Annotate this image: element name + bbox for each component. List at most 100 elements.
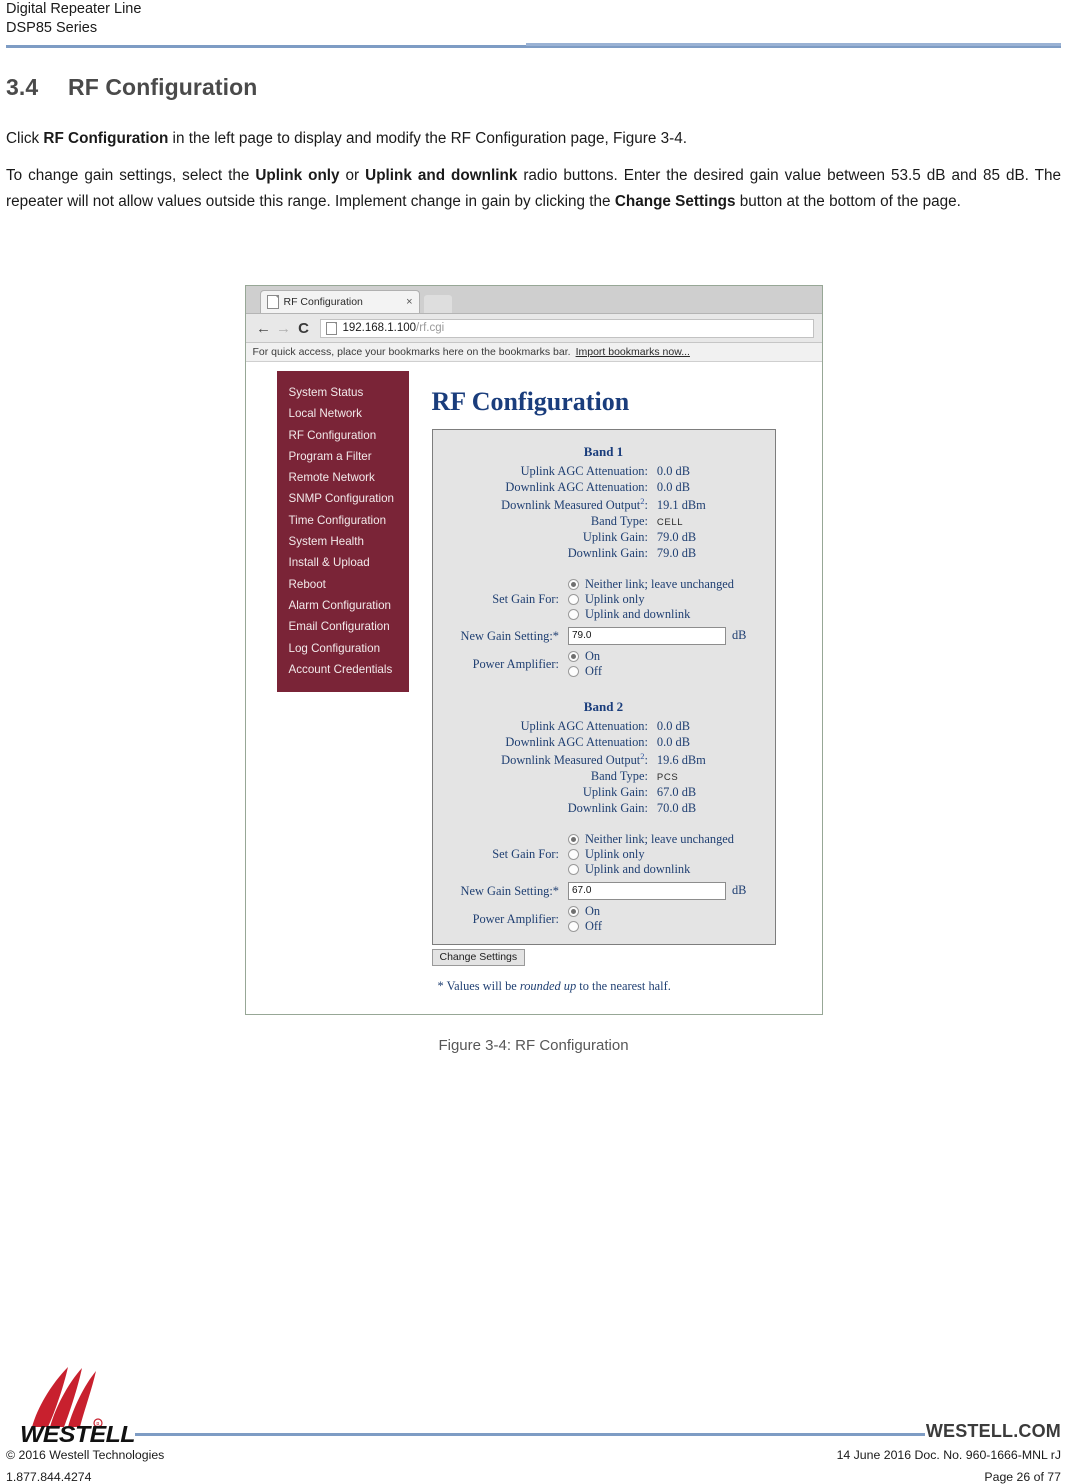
browser-tab-rf-configuration[interactable]: RF Configuration × (259, 290, 420, 313)
p2-bold-change-settings: Change Settings (614, 193, 736, 210)
back-arrow-icon[interactable]: ← (254, 321, 274, 336)
radio-button-icon[interactable] (567, 666, 579, 678)
reload-icon[interactable]: C (294, 321, 314, 336)
value-band2-uplink-gain: 67.0 dB (656, 784, 697, 799)
label-downlink-gain: Downlink Gain: (567, 800, 648, 815)
footer-doc-info: 14 June 2016 Doc. No. 960-1666-MNL rJ (836, 1448, 1061, 1462)
sidebar-item-remote-network[interactable]: Remote Network (277, 467, 409, 488)
band1-power-amp-radio-group: On Off (567, 645, 746, 679)
sidebar-item-time-configuration[interactable]: Time Configuration (277, 510, 409, 531)
band2-new-gain-cell: 67.0 dB (567, 877, 746, 901)
sidebar-item-install-upload[interactable]: Install & Upload (277, 552, 409, 573)
table-row: Power Amplifier: On Off (461, 900, 747, 934)
import-bookmarks-link[interactable]: Import bookmarks now... (576, 346, 690, 358)
value-band1-downlink-measured: 19.1 dBm (656, 497, 706, 512)
band2-radio-neither[interactable]: Neither link; leave unchanged (567, 832, 746, 847)
radio-label: Uplink only (584, 592, 645, 607)
label-colon: : (644, 752, 648, 767)
p1-text-a: Click (6, 130, 44, 147)
bookmarks-bar: For quick access, place your bookmarks h… (245, 343, 822, 362)
label-downlink-measured-text: Downlink Measured Output (501, 752, 641, 767)
band2-radio-pa-on[interactable]: On (567, 904, 746, 919)
sidebar-item-system-health[interactable]: System Health (277, 531, 409, 552)
section-number: 3.4 (6, 74, 39, 100)
footnote-text-b: to the nearest half. (576, 979, 671, 994)
sidebar-item-account-credentials[interactable]: Account Credentials (277, 659, 409, 680)
radio-button-icon[interactable] (567, 906, 579, 918)
westell-website: WESTELL.COM (925, 1421, 1061, 1441)
label-colon: : (644, 497, 648, 512)
table-row: Downlink AGC Attenuation: 0.0 dB (501, 479, 706, 495)
band1-radio-uplink-only[interactable]: Uplink only (567, 592, 746, 607)
sidebar-item-program-a-filter[interactable]: Program a Filter (277, 446, 409, 467)
westell-wordmark: WESTELL (20, 1421, 135, 1447)
paragraph-1: Click RF Configuration in the left page … (6, 126, 1061, 152)
band2-set-gain-radio-group: Neither link; leave unchanged Uplink onl… (567, 832, 746, 877)
table-row: New Gain Setting:* 67.0 dB (460, 877, 746, 901)
value-band1-uplink-gain: 79.0 dB (656, 529, 697, 544)
radio-button-icon[interactable] (567, 849, 579, 861)
sidebar-item-reboot[interactable]: Reboot (277, 574, 409, 595)
band1-new-gain-cell: 79.0 dB (567, 622, 746, 646)
table-row: Set Gain For: Neither link; leave unchan… (461, 577, 747, 622)
radio-label: On (584, 904, 601, 919)
label-band-type: Band Type: (590, 513, 648, 528)
sidebar-item-system-status[interactable]: System Status (277, 382, 409, 403)
label-uplink-gain: Uplink Gain: (582, 784, 648, 799)
radio-label: Uplink and downlink (584, 607, 691, 622)
sidebar-item-alarm-configuration[interactable]: Alarm Configuration (277, 595, 409, 616)
header-line-1: Digital Repeater Line (6, 1, 142, 17)
value-band1-band-type: CELL (656, 516, 684, 528)
forward-arrow-icon[interactable]: → (274, 321, 294, 336)
sidebar-item-log-configuration[interactable]: Log Configuration (277, 638, 409, 659)
band1-new-gain-input[interactable]: 79.0 (567, 627, 726, 646)
label-band-type: Band Type: (590, 768, 648, 783)
change-settings-button[interactable]: Change Settings (431, 949, 526, 967)
label-downlink-measured-text: Downlink Measured Output (501, 497, 641, 512)
radio-label: Neither link; leave unchanged (584, 577, 734, 592)
sidebar-item-local-network[interactable]: Local Network (277, 403, 409, 424)
table-row: Uplink Gain: 67.0 dB (501, 784, 706, 800)
page-document-icon (325, 321, 337, 335)
radio-button-icon[interactable] (567, 594, 579, 606)
radio-button-icon[interactable] (567, 579, 579, 591)
browser-tabstrip: RF Configuration × (245, 286, 822, 314)
value-band2-uplink-agc: 0.0 dB (656, 718, 690, 733)
label-uplink-agc: Uplink AGC Attenuation: (520, 463, 648, 478)
new-tab-button[interactable] (423, 295, 452, 313)
band2-radio-pa-off[interactable]: Off (567, 919, 746, 934)
label-new-gain-setting: New Gain Setting:* (460, 883, 559, 898)
radio-button-icon[interactable] (567, 651, 579, 663)
table-row: Uplink AGC Attenuation: 0.0 dB (501, 463, 706, 479)
p2-text-d: button at the bottom of the page. (735, 193, 961, 210)
band2-new-gain-input[interactable]: 67.0 (567, 882, 726, 901)
p1-bold-rf-configuration: RF Configuration (43, 130, 169, 147)
label-power-amplifier: Power Amplifier: (472, 656, 559, 671)
value-band1-uplink-agc: 0.0 dB (656, 463, 690, 478)
radio-button-icon[interactable] (567, 921, 579, 933)
band1-radio-neither[interactable]: Neither link; leave unchanged (567, 577, 746, 592)
close-icon[interactable]: × (406, 296, 412, 308)
browser-window: RF Configuration × ← → C 192.168.1.100/r… (244, 285, 823, 1015)
radio-button-icon[interactable] (567, 834, 579, 846)
footer-page-number: Page 26 of 77 (984, 1470, 1061, 1484)
table-row: Power Amplifier: On Off (461, 645, 747, 679)
rf-config-page-body: RF Configuration Band 1 Uplink AGC Atten… (431, 362, 816, 994)
radio-button-icon[interactable] (567, 864, 579, 876)
sidebar-item-email-configuration[interactable]: Email Configuration (277, 616, 409, 637)
sidebar-item-snmp-configuration[interactable]: SNMP Configuration (277, 488, 409, 509)
band-2-title: Band 2 (583, 699, 624, 715)
section-title: RF Configuration (68, 74, 258, 100)
table-row: Downlink Gain: 79.0 dB (501, 545, 706, 561)
band-2-form: Set Gain For: Neither link; leave unchan… (461, 832, 747, 934)
radio-button-icon[interactable] (567, 609, 579, 621)
band1-radio-pa-on[interactable]: On (567, 649, 746, 664)
sidebar-item-rf-configuration[interactable]: RF Configuration (277, 425, 409, 446)
address-bar[interactable]: 192.168.1.100/rf.cgi (319, 318, 814, 338)
table-row: Downlink AGC Attenuation: 0.0 dB (501, 734, 706, 750)
band2-radio-uplink-and-downlink[interactable]: Uplink and downlink (567, 862, 746, 877)
band2-radio-uplink-only[interactable]: Uplink only (567, 847, 746, 862)
band1-radio-uplink-and-downlink[interactable]: Uplink and downlink (567, 607, 746, 622)
browser-toolbar: ← → C 192.168.1.100/rf.cgi (245, 314, 822, 343)
band1-radio-pa-off[interactable]: Off (567, 664, 746, 679)
